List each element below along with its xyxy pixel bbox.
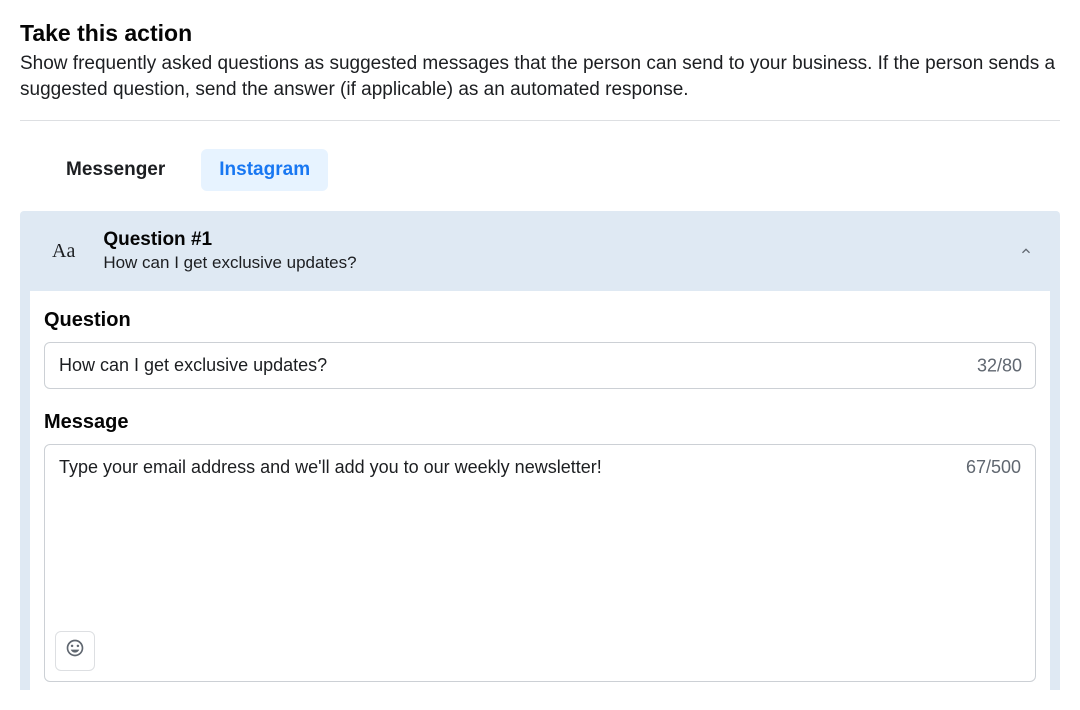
page-description: Show frequently asked questions as sugge… bbox=[20, 51, 1060, 102]
question-subtitle: How can I get exclusive updates? bbox=[103, 253, 988, 273]
message-toolbar bbox=[45, 625, 1035, 681]
message-textarea[interactable] bbox=[45, 445, 1035, 620]
tab-messenger[interactable]: Messenger bbox=[48, 149, 183, 191]
question-char-counter: 32/80 bbox=[977, 355, 1022, 376]
question-field-label: Question bbox=[44, 309, 1036, 332]
message-field-label: Message bbox=[44, 411, 1036, 434]
tab-instagram[interactable]: Instagram bbox=[201, 149, 328, 191]
question-panel: Aa Question #1 How can I get exclusive u… bbox=[20, 211, 1060, 690]
tabs: Messenger Instagram bbox=[20, 149, 1060, 191]
question-input-wrap: 32/80 bbox=[44, 342, 1036, 389]
chevron-up-icon[interactable] bbox=[1016, 241, 1036, 261]
message-char-counter: 67/500 bbox=[966, 457, 1021, 478]
divider bbox=[20, 120, 1060, 121]
question-title: Question #1 bbox=[103, 229, 988, 251]
text-format-icon: Aa bbox=[52, 240, 75, 263]
question-input[interactable] bbox=[44, 342, 1036, 389]
page-title: Take this action bbox=[20, 20, 1060, 47]
question-body: Question 32/80 Message 67/500 bbox=[30, 291, 1050, 690]
emoji-button[interactable] bbox=[55, 631, 95, 671]
message-textarea-wrap: 67/500 bbox=[44, 444, 1036, 682]
emoji-icon bbox=[65, 638, 85, 664]
question-header-text: Question #1 How can I get exclusive upda… bbox=[103, 229, 988, 273]
question-header[interactable]: Aa Question #1 How can I get exclusive u… bbox=[20, 211, 1060, 291]
